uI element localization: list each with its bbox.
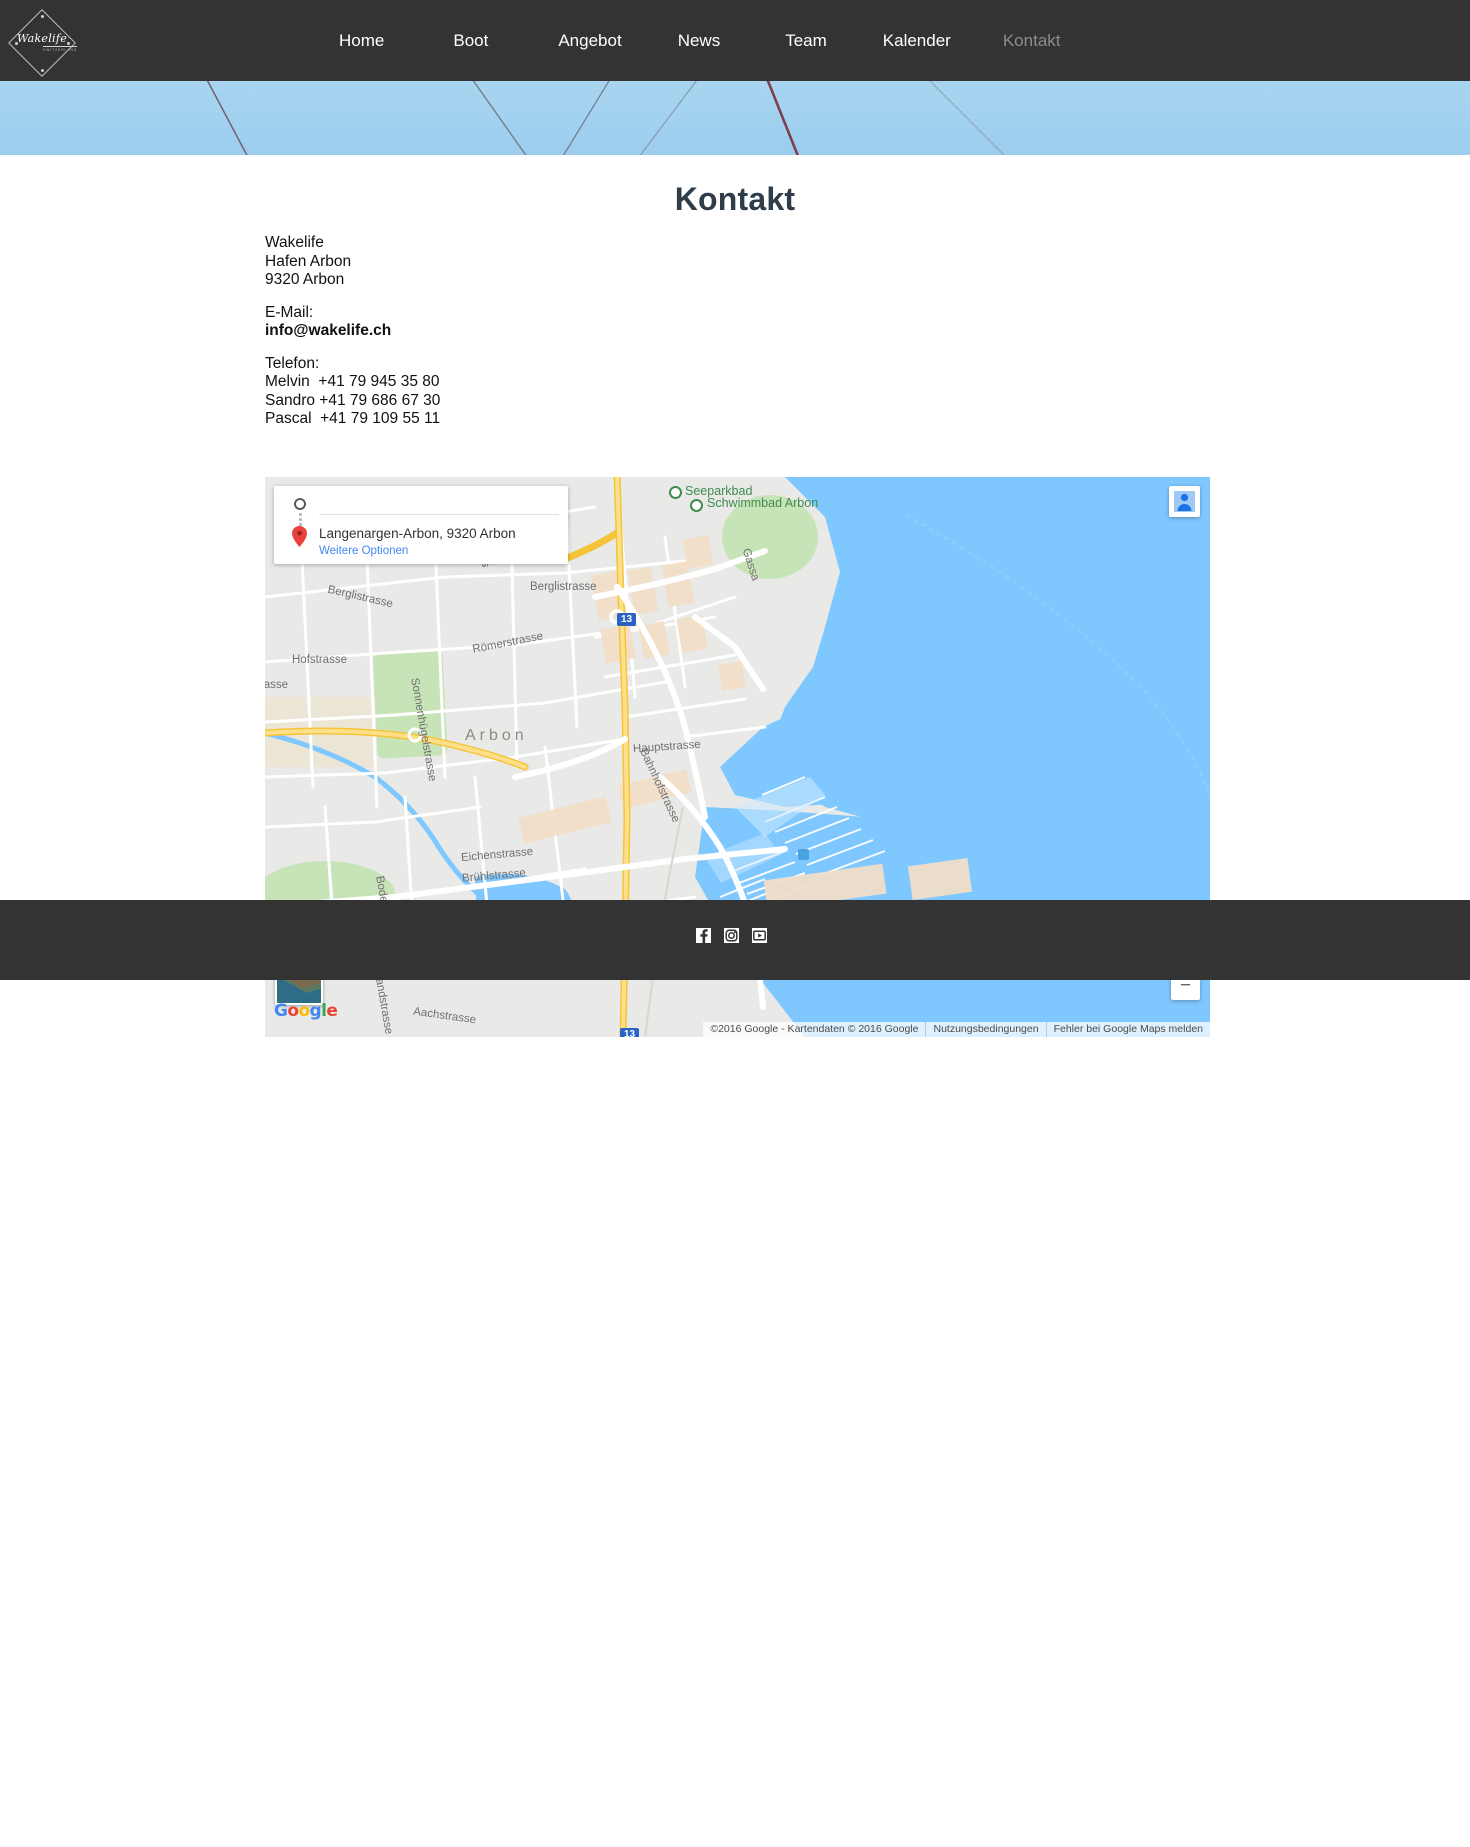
- directions-card[interactable]: Langenargen-Arbon, 9320 Arbon Weitere Op…: [274, 486, 568, 564]
- attribution-terms[interactable]: Nutzungsbedingungen: [926, 1022, 1045, 1037]
- youtube-icon[interactable]: [752, 928, 767, 943]
- contact-details: Wakelife Hafen Arbon 9320 Arbon E-Mail: …: [265, 234, 440, 429]
- attribution-copyright: ©2016 Google - Kartendaten © 2016 Google: [703, 1022, 925, 1037]
- play-glyph: [752, 928, 767, 943]
- nav-item-news[interactable]: News: [678, 25, 721, 57]
- contact-address1: Hafen Arbon: [265, 253, 440, 272]
- logo-wordmark: Wakelife: [7, 33, 77, 44]
- logo-dot-bottom: [41, 69, 44, 72]
- main-navigation: Home Boot Angebot News Team Kalender Kon…: [339, 25, 1470, 57]
- hero-cable-lines: [0, 81, 1470, 155]
- pegman-icon: [1174, 491, 1195, 512]
- more-options-link[interactable]: Weitere Optionen: [319, 545, 408, 557]
- main-content: Kontakt Wakelife Hafen Arbon 9320 Arbon …: [0, 155, 1470, 900]
- contact-address-block: Wakelife Hafen Arbon 9320 Arbon: [265, 234, 440, 290]
- attribution-report[interactable]: Fehler bei Google Maps melden: [1047, 1022, 1210, 1037]
- site-footer: info@wakelife.ch: [0, 900, 1470, 980]
- contact-company: Wakelife: [265, 234, 440, 253]
- nav-item-team[interactable]: Team: [785, 25, 827, 57]
- facebook-icon[interactable]: [696, 928, 711, 943]
- nav-item-home[interactable]: Home: [339, 25, 384, 57]
- street-view-pegman-button[interactable]: [1169, 486, 1200, 517]
- card-divider: [319, 514, 559, 515]
- nav-item-kalender[interactable]: Kalender: [883, 25, 951, 57]
- contact-phone-label: Telefon:: [265, 355, 440, 374]
- logo-subtext: SWITZERLAND: [43, 46, 77, 52]
- map-attribution-bar: ©2016 Google - Kartendaten © 2016 Google…: [265, 1021, 1210, 1037]
- contact-email-label: E-Mail:: [265, 304, 440, 323]
- contact-email-block: E-Mail: info@wakelife.ch: [265, 304, 440, 341]
- footer-email[interactable]: info@wakelife.ch: [1341, 1830, 1455, 1847]
- facebook-glyph: [696, 928, 711, 943]
- contact-phone-block: Telefon: Melvin +41 79 945 35 80 Sandro …: [265, 355, 440, 429]
- site-logo[interactable]: Wakelife SWITZERLAND: [7, 8, 77, 78]
- contact-phone-sandro: Sandro +41 79 686 67 30: [265, 392, 440, 411]
- contact-phone-pascal: Pascal +41 79 109 55 11: [265, 410, 440, 429]
- social-links: [696, 928, 767, 943]
- site-header: Wakelife SWITZERLAND Home Boot Angebot N…: [0, 0, 1470, 81]
- origin-circle-icon[interactable]: [294, 498, 306, 510]
- contact-email-value[interactable]: info@wakelife.ch: [265, 322, 440, 341]
- destination-text[interactable]: Langenargen-Arbon, 9320 Arbon: [319, 526, 516, 541]
- instagram-icon[interactable]: [724, 928, 739, 943]
- hero-banner: [0, 81, 1470, 155]
- page-title: Kontakt: [0, 181, 1470, 218]
- contact-address2: 9320 Arbon: [265, 271, 440, 290]
- logo-dot-top: [41, 15, 44, 18]
- destination-pin-icon: [292, 526, 307, 547]
- google-logo: Google: [274, 1001, 337, 1021]
- nav-item-angebot[interactable]: Angebot: [558, 25, 621, 57]
- instagram-glyph: [724, 928, 739, 943]
- nav-item-kontakt[interactable]: Kontakt: [1003, 25, 1061, 57]
- nav-item-boot[interactable]: Boot: [453, 25, 488, 57]
- contact-phone-melvin: Melvin +41 79 945 35 80: [265, 373, 440, 392]
